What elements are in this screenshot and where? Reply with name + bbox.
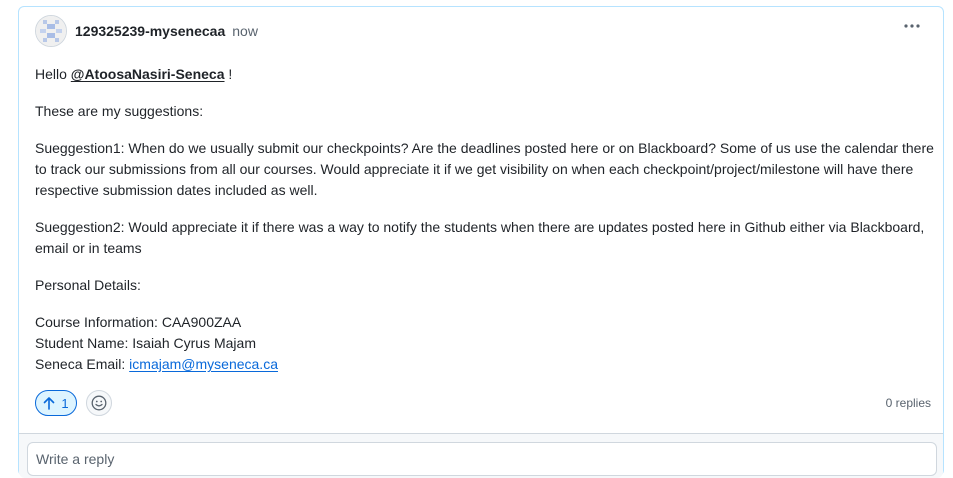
user-mention-link[interactable]: @AtoosaNasiri-Seneca — [71, 66, 225, 82]
greeting-prefix: Hello — [35, 66, 67, 82]
email-link[interactable]: icmajam@myseneca.ca — [129, 356, 278, 372]
personal-details-block: Course Information: CAA900ZAA Student Na… — [35, 312, 935, 375]
upvote-button[interactable]: 1 — [35, 390, 77, 416]
suggestion-1-text: Sueggestion1: When do we usually submit … — [35, 140, 934, 198]
student-name-text: Student Name: Isaiah Cyrus Majam — [35, 335, 256, 351]
comment-footer: 1 0 replies — [35, 390, 931, 418]
smiley-icon — [91, 395, 107, 411]
upvote-count: 1 — [61, 395, 69, 411]
comment-timestamp: now — [232, 23, 258, 39]
comment-body: Hello @AtoosaNasiri-Seneca ! These are m… — [35, 64, 935, 391]
comment-options-button[interactable] — [901, 17, 923, 35]
replies-count: 0 replies — [885, 396, 931, 410]
course-info-text: Course Information: CAA900ZAA — [35, 314, 242, 330]
avatar[interactable] — [35, 15, 67, 47]
greeting-suffix: ! — [228, 66, 233, 82]
arrow-up-icon — [44, 396, 55, 410]
greeting-line: Hello @AtoosaNasiri-Seneca ! — [35, 64, 935, 85]
personal-details-heading: Personal Details: — [35, 277, 141, 293]
suggestion-2-text: Sueggestion2: Would appreciate it if the… — [35, 219, 925, 256]
reply-composer — [19, 433, 943, 478]
intro-text: These are my suggestions: — [35, 103, 204, 119]
reply-input[interactable] — [27, 442, 937, 476]
email-label: Seneca Email: — [35, 356, 126, 372]
kebab-horizontal-icon — [904, 24, 920, 28]
author-name[interactable]: 129325239-mysenecaa — [75, 23, 225, 39]
add-reaction-button[interactable] — [86, 390, 112, 416]
discussion-comment-card: 129325239-mysenecaa now Hello @AtoosaNas… — [18, 6, 944, 478]
comment-header: 129325239-mysenecaa now — [35, 14, 258, 48]
identicon-avatar-icon — [36, 16, 66, 46]
